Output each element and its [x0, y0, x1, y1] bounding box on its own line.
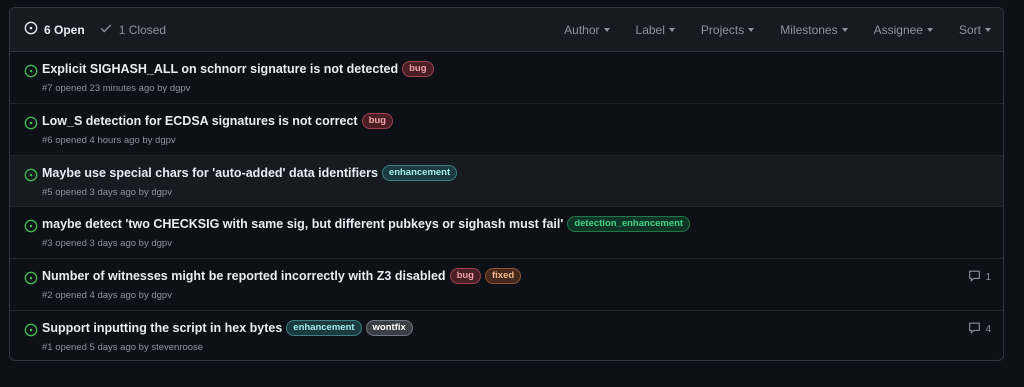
caret-down-icon [748, 28, 755, 32]
issue-meta: #1 opened 5 days ago by stevenroose [42, 341, 204, 353]
issue-state-toggle: 6 Open 1 Closed [24, 21, 166, 38]
filter-menu-bar: Author Label Projects Milestones Assigne… [538, 23, 991, 37]
projects-filter[interactable]: Projects [700, 22, 755, 37]
milestones-filter-label: Milestones [780, 22, 838, 37]
issue-open-icon [24, 21, 38, 38]
issue-title-line: Explicit SIGHASH_ALL on schnorr signatur… [42, 52, 1003, 77]
open-count: 6 Open [44, 22, 85, 37]
closed-count: 1 Closed [118, 22, 167, 37]
issue-row[interactable]: Explicit SIGHASH_ALL on schnorr signatur… [10, 52, 1003, 104]
issue-open-icon [24, 64, 38, 83]
issue-meta: #2 opened 4 days ago by dgpv [42, 290, 172, 302]
issue-open-icon [24, 323, 38, 342]
sort-filter-label: Sort [958, 22, 981, 37]
author-filter[interactable]: Author [564, 22, 610, 37]
issue-title-link[interactable]: Support inputting the script in hex byte… [42, 321, 282, 335]
label-filter[interactable]: Label [636, 23, 675, 37]
caret-down-icon [668, 28, 675, 32]
issue-title-link[interactable]: Number of witnesses might be reported in… [42, 269, 446, 283]
issue-open-icon [24, 219, 38, 238]
issue-title-link[interactable]: Maybe use special chars for 'auto-added'… [42, 166, 378, 180]
comment-icon [968, 270, 981, 285]
issue-label-bug[interactable]: bug [402, 61, 434, 77]
issue-meta: #7 opened 23 minutes ago by dgpv [42, 83, 191, 94]
issue-row[interactable]: Number of witnesses might be reported in… [10, 259, 1003, 311]
issue-title-line: maybe detect 'two CHECKSIG with same sig… [42, 207, 1003, 233]
caret-down-icon [603, 28, 610, 32]
comment-count: 1 [985, 272, 991, 284]
assignee-filter[interactable]: Assignee [874, 23, 933, 37]
closed-issues-filter[interactable]: 1 Closed [99, 21, 166, 38]
issue-label-detection-enhancement[interactable]: detection_enhancement [567, 216, 691, 233]
issue-title-line: Maybe use special chars for 'auto-added'… [42, 156, 1003, 181]
issue-meta: #6 opened 4 hours ago by dgpv [42, 134, 176, 146]
issue-meta: #5 opened 3 days ago by dgpv [42, 186, 172, 198]
author-filter-label: Author [564, 22, 600, 37]
issue-meta: #3 opened 3 days ago by dgpv [42, 238, 172, 250]
comment-count-link[interactable]: 4 [968, 322, 991, 337]
open-issues-filter[interactable]: 6 Open [24, 21, 85, 38]
issue-open-icon [24, 168, 38, 187]
issue-row[interactable]: Support inputting the script in hex byte… [10, 311, 1003, 360]
issues-list-header: 6 Open 1 Closed Author Label Projects Mi… [10, 8, 1003, 52]
issue-title-link[interactable]: Explicit SIGHASH_ALL on schnorr signatur… [42, 62, 398, 76]
issue-title-line: Support inputting the script in hex byte… [42, 311, 1003, 336]
issue-row[interactable]: Maybe use special chars for 'auto-added'… [10, 155, 1003, 208]
sort-filter[interactable]: Sort [959, 23, 991, 37]
caret-down-icon [841, 28, 848, 32]
caret-down-icon [985, 28, 991, 32]
issue-rows: Explicit SIGHASH_ALL on schnorr signatur… [10, 52, 1003, 360]
issue-title-line: Number of witnesses might be reported in… [42, 259, 1003, 285]
issue-title-link[interactable]: maybe detect 'two CHECKSIG with same sig… [42, 217, 563, 231]
issue-title-link[interactable]: Low_S detection for ECDSA signatures is … [42, 114, 358, 128]
comment-icon [968, 322, 981, 337]
comment-count: 4 [985, 323, 991, 335]
milestones-filter[interactable]: Milestones [780, 22, 848, 37]
issues-list-box: 6 Open 1 Closed Author Label Projects Mi… [9, 7, 1004, 361]
assignee-filter-label: Assignee [873, 22, 923, 37]
issue-label-enhancement[interactable]: enhancement [286, 319, 362, 336]
issue-label-bug[interactable]: bug [361, 112, 393, 129]
issue-row[interactable]: maybe detect 'two CHECKSIG with same sig… [10, 207, 1003, 260]
comment-count-link[interactable]: 1 [968, 270, 991, 285]
label-filter-label: Label [635, 22, 665, 37]
issue-open-icon [24, 116, 38, 135]
issue-label-fixed[interactable]: fixed [484, 268, 522, 285]
issue-title-line: Low_S detection for ECDSA signatures is … [42, 104, 1003, 129]
issue-label-enhancement[interactable]: enhancement [381, 164, 458, 181]
issue-row[interactable]: Low_S detection for ECDSA signatures is … [10, 104, 1003, 156]
projects-filter-label: Projects [700, 22, 745, 37]
issue-open-icon [24, 271, 38, 290]
issue-label-wontfix[interactable]: wontfix [365, 319, 413, 336]
caret-down-icon [926, 28, 933, 32]
issue-label-bug[interactable]: bug [449, 268, 481, 285]
check-icon [99, 21, 113, 38]
